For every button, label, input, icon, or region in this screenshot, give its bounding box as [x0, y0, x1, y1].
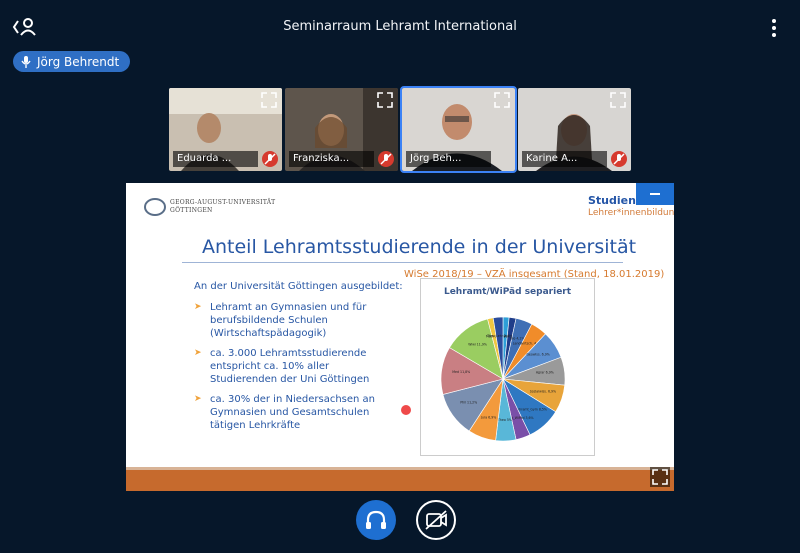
slide-divider	[182, 262, 623, 263]
pie-slice-label: Med 11,8%	[452, 370, 470, 374]
bullet-list: ➤ Lehramt an Gymnasien und für berufsbild…	[194, 301, 399, 439]
minimize-presentation-button[interactable]	[636, 183, 674, 205]
presentation-area[interactable]: GEORG-AUGUST-UNIVERSITÄT GÖTTINGEN Studi…	[126, 183, 674, 491]
pie-slice-label: Jura 6,9%	[480, 416, 496, 420]
video-off-icon	[425, 510, 447, 530]
pie-slice-label: Wiwi 11,9%	[468, 342, 487, 346]
arrow-bullet-icon: ➤	[194, 394, 202, 404]
muted-mic-icon	[262, 151, 278, 167]
fullscreen-button[interactable]	[650, 467, 670, 487]
fullscreen-icon	[652, 469, 668, 485]
arrow-bullet-icon: ➤	[194, 302, 202, 312]
laser-pointer	[401, 405, 411, 415]
pie-slice-label: Bio 4,1%	[510, 336, 524, 340]
options-menu-button[interactable]	[764, 17, 784, 39]
slide-title: Anteil Lehramtsstudierende in der Univer…	[202, 236, 637, 258]
participant-name: Karine A...	[522, 151, 607, 167]
muted-mic-icon	[611, 151, 627, 167]
video-tile[interactable]: Karine A...	[518, 88, 631, 171]
pie-chart: Chemie 1,5% Physik 1,7% Bio 4,1% Landwirtsc…	[420, 278, 595, 456]
chart-title: Lehramt/WiPäd separiert	[443, 287, 572, 297]
talker-name: Jörg Behrendt	[37, 54, 120, 69]
leave-audio-button[interactable]	[356, 500, 396, 540]
pie-slice-label: Agrar 6,9%	[536, 371, 554, 375]
top-bar: Seminarraum Lehramt International	[0, 0, 800, 52]
expand-icon[interactable]	[376, 91, 394, 109]
more-vertical-icon	[772, 19, 776, 37]
bullet-text: ca. 30% der in Niedersachsen an Gymnasie…	[210, 394, 376, 431]
video-tile[interactable]: Franziska...	[285, 88, 398, 171]
pie-slice-label: Theo Lehr 2,4%	[486, 334, 512, 338]
expand-icon[interactable]	[493, 91, 511, 109]
bullet-text: ca. 3.000 Lehramtsstudierende entspricht…	[210, 348, 370, 385]
headphones-icon	[366, 510, 386, 529]
action-bar	[0, 500, 800, 544]
pie-chart-canvas: Chemie 1,5%Physik 1,7%Bio 4,1%Landwirtsc…	[440, 316, 566, 442]
pie-slice-label: Phil 11,2%	[460, 401, 477, 405]
video-strip: Eduarda ... Franziska... Jörg Beh... Kar…	[169, 86, 631, 173]
bullet-item: ➤ ca. 3.000 Lehramtsstudierende entsprich…	[194, 347, 399, 386]
pie-slice-label: Geowiss. 6,9%	[526, 353, 549, 357]
slide-intro: An der Universität Göttingen ausgebildet…	[194, 281, 403, 292]
arrow-bullet-icon: ➤	[194, 348, 202, 358]
bullet-item: ➤ Lehramt an Gymnasien und für berufsbild…	[194, 301, 399, 340]
university-name: GEORG-AUGUST-UNIVERSITÄT GÖTTINGEN	[170, 199, 275, 215]
meeting-title: Seminarraum Lehramt International	[283, 19, 517, 34]
video-tile[interactable]: Jörg Beh...	[400, 86, 517, 173]
bullet-text: Lehramt an Gymnasien und für berufsbilde…	[210, 302, 367, 339]
muted-mic-icon	[378, 151, 394, 167]
expand-icon[interactable]	[609, 91, 627, 109]
participant-name: Franziska...	[289, 151, 374, 167]
pie-slice-label: Sozialwiss. 6,9%	[530, 390, 556, 394]
video-tile[interactable]: Eduarda ...	[169, 88, 282, 171]
pie-slice-label: Lehramt_Gym 8,5%	[515, 407, 547, 411]
microphone-icon	[21, 55, 31, 68]
slide-footer-band	[126, 467, 674, 491]
participant-name: Jörg Beh...	[406, 151, 491, 167]
university-name-line: GÖTTINGEN	[170, 207, 213, 214]
bullet-item: ➤ ca. 30% der in Niedersachsen an Gymnasi…	[194, 393, 399, 432]
share-webcam-button[interactable]	[416, 500, 456, 540]
expand-icon[interactable]	[260, 91, 278, 109]
participant-name: Eduarda ...	[173, 151, 258, 167]
talking-indicator[interactable]: Jörg Behrendt	[13, 51, 131, 72]
department-subtitle: Lehrer*innenbildung	[588, 208, 674, 218]
university-seal-icon	[144, 198, 166, 216]
university-name-line: GEORG-AUGUST-UNIVERSITÄT	[170, 199, 276, 206]
pie-slice-label: Theo 5%	[497, 418, 512, 422]
